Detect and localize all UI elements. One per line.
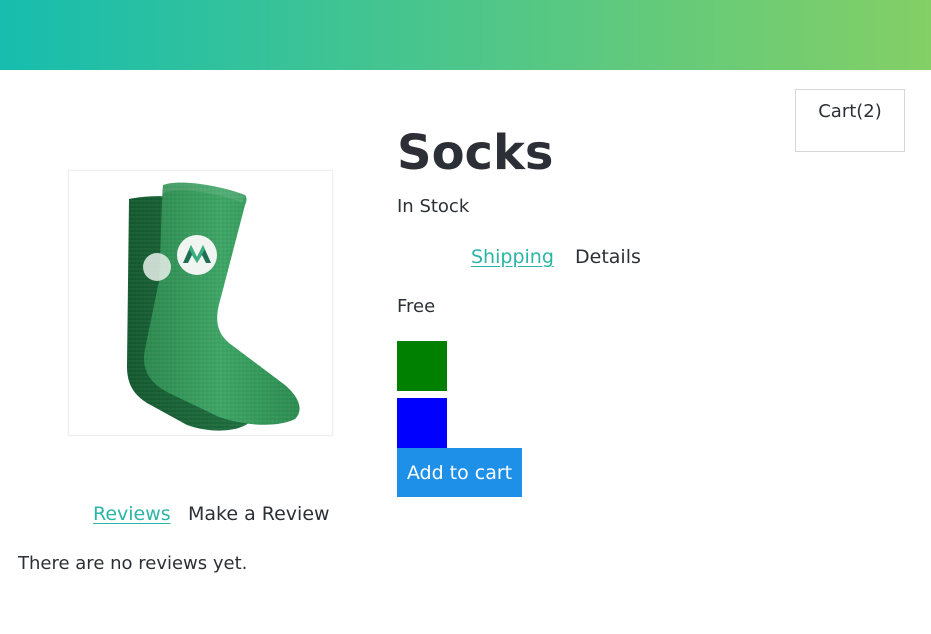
- tab-details[interactable]: Details: [575, 245, 641, 269]
- color-swatch-green[interactable]: [397, 341, 447, 391]
- tab-make-a-review[interactable]: Make a Review: [188, 502, 330, 526]
- cart-label: Cart(2): [818, 101, 882, 122]
- product-title: Socks: [397, 125, 554, 181]
- tab-reviews[interactable]: Reviews: [93, 502, 171, 526]
- sock-image-icon: [127, 182, 300, 431]
- add-to-cart-button[interactable]: Add to cart: [397, 448, 522, 497]
- product-image: [68, 170, 333, 436]
- tab-shipping[interactable]: Shipping: [471, 245, 554, 269]
- color-swatch-blue[interactable]: [397, 398, 447, 448]
- shipping-value: Free: [397, 296, 436, 317]
- no-reviews-message: There are no reviews yet.: [18, 553, 248, 574]
- nav-bar: [0, 0, 931, 70]
- cart-button[interactable]: Cart(2): [795, 89, 905, 152]
- stock-status: In Stock: [397, 196, 470, 217]
